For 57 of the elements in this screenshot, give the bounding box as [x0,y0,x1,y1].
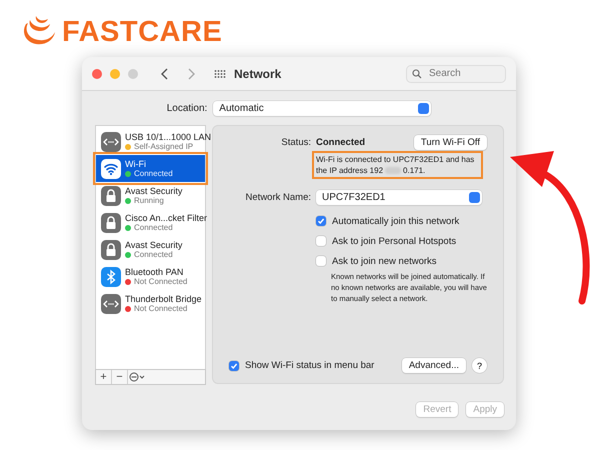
add-button[interactable]: + [96,370,112,384]
service-status: Connected [134,250,173,259]
forward-icon[interactable] [186,68,196,80]
ethernet-icon [101,294,121,314]
checkbox[interactable] [316,256,326,266]
service-item[interactable]: Cisco An...cket Filter Connected [96,209,205,236]
service-status: Not Connected [134,277,188,286]
network-name-label: Network Name: [244,192,312,203]
service-status: Connected [134,169,173,178]
window-title: Network [234,66,282,80]
location-label: Location: [166,103,208,114]
checkbox[interactable] [316,236,326,246]
lock-icon [101,186,121,206]
option-label: Ask to join Personal Hotspots [332,236,456,246]
checkbox[interactable] [316,216,326,226]
logo-text: FASTCARE [62,16,222,48]
service-item[interactable]: Thunderbolt Bridge Not Connected [96,290,205,317]
zoom-button[interactable] [128,68,138,78]
status-description: Wi-Fi is connected to UPC7F32ED1 and has the IP address 192 0.171. [314,153,481,177]
remove-button[interactable]: − [112,370,128,384]
lock-icon [101,212,121,232]
status-label: Status: [280,137,312,148]
option-label: Ask to join new networks [332,256,437,266]
turn-wifi-off-button[interactable]: Turn Wi-Fi Off [414,135,487,150]
bluetooth-icon [101,266,121,286]
option-label: Show Wi-Fi status in menu bar [245,360,376,371]
service-name: Avast Security [125,240,182,250]
service-name: USB 10/1...1000 LAN [125,132,212,142]
help-button[interactable]: ? [472,358,487,373]
service-item[interactable]: Bluetooth PAN Not Connected [96,263,205,290]
service-name: Avast Security [125,186,182,196]
minimize-button[interactable] [110,68,120,78]
location-popup[interactable]: Automatic [213,101,432,116]
ethernet-icon [101,132,121,152]
search-field[interactable]: Search [406,64,506,82]
service-status: Not Connected [134,304,188,313]
service-name: Wi-Fi [125,159,147,169]
option-label: Automatically join this network [332,216,460,226]
action-menu-icon[interactable] [128,370,146,384]
service-name: Cisco An...cket Filter [125,213,208,223]
wifi-icon [101,158,121,178]
service-item[interactable]: Wi-Fi Connected [96,155,205,182]
service-name: Thunderbolt Bridge [125,294,202,304]
back-icon[interactable] [160,68,170,80]
service-status: Self-Assigned IP [134,142,194,151]
service-item[interactable]: Avast Security Connected [96,236,205,263]
service-item[interactable]: Avast Security Running [96,182,205,209]
advanced-button[interactable]: Advanced... [402,358,466,373]
service-status: Running [134,196,164,205]
service-status: Connected [134,223,173,232]
close-button[interactable] [92,68,102,78]
checkbox[interactable] [229,360,239,370]
lock-icon [101,240,121,260]
grid-icon[interactable] [214,68,226,78]
network-name-popup[interactable]: UPC7F32ED1 [316,190,482,205]
service-name: Bluetooth PAN [125,267,184,277]
status-value: Connected [316,137,366,148]
